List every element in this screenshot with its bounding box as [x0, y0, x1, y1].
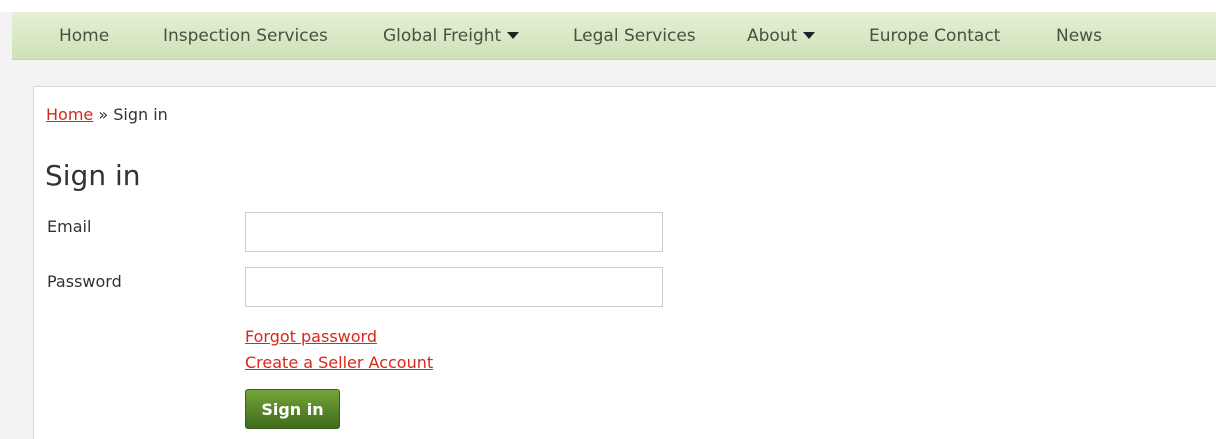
- nav-item-label: About: [747, 25, 798, 46]
- nav-item-label: Europe Contact: [869, 25, 1001, 46]
- nav-item-label: Global Freight: [383, 25, 502, 46]
- create-seller-account-link[interactable]: Create a Seller Account: [245, 353, 433, 372]
- nav-item-europe-contact[interactable]: Europe Contact: [869, 26, 1000, 46]
- nav-item-inspection-services[interactable]: Inspection Services: [163, 26, 328, 46]
- caret-down-icon: [803, 32, 816, 39]
- page-title: Sign in: [45, 159, 141, 192]
- breadcrumb-current: Sign in: [113, 105, 168, 124]
- nav-item-home[interactable]: Home: [59, 26, 109, 46]
- main-nav: Home Inspection Services Global Freight …: [12, 12, 1216, 60]
- nav-item-label: Inspection Services: [163, 25, 328, 46]
- email-label: Email: [47, 217, 92, 236]
- top-strip: [0, 0, 1216, 12]
- breadcrumb: Home » Sign in: [46, 105, 168, 124]
- nav-item-label: Home: [59, 25, 110, 46]
- nav-item-global-freight[interactable]: Global Freight: [383, 25, 520, 46]
- nav-item-legal-services[interactable]: Legal Services: [573, 26, 696, 46]
- password-field[interactable]: [245, 267, 663, 307]
- nav-item-label: News: [1056, 25, 1102, 46]
- breadcrumb-separator: »: [93, 105, 114, 124]
- content-panel: Home » Sign in Sign in Email Password Fo…: [33, 86, 1216, 439]
- sign-in-button[interactable]: Sign in: [245, 389, 340, 429]
- forgot-password-link[interactable]: Forgot password: [245, 327, 377, 346]
- nav-item-news[interactable]: News: [1056, 26, 1102, 46]
- nav-item-label: Legal Services: [573, 25, 696, 46]
- nav-item-about[interactable]: About: [747, 25, 816, 46]
- email-field[interactable]: [245, 212, 663, 252]
- caret-down-icon: [507, 32, 520, 39]
- password-label: Password: [47, 272, 122, 291]
- breadcrumb-home-link[interactable]: Home: [46, 105, 93, 124]
